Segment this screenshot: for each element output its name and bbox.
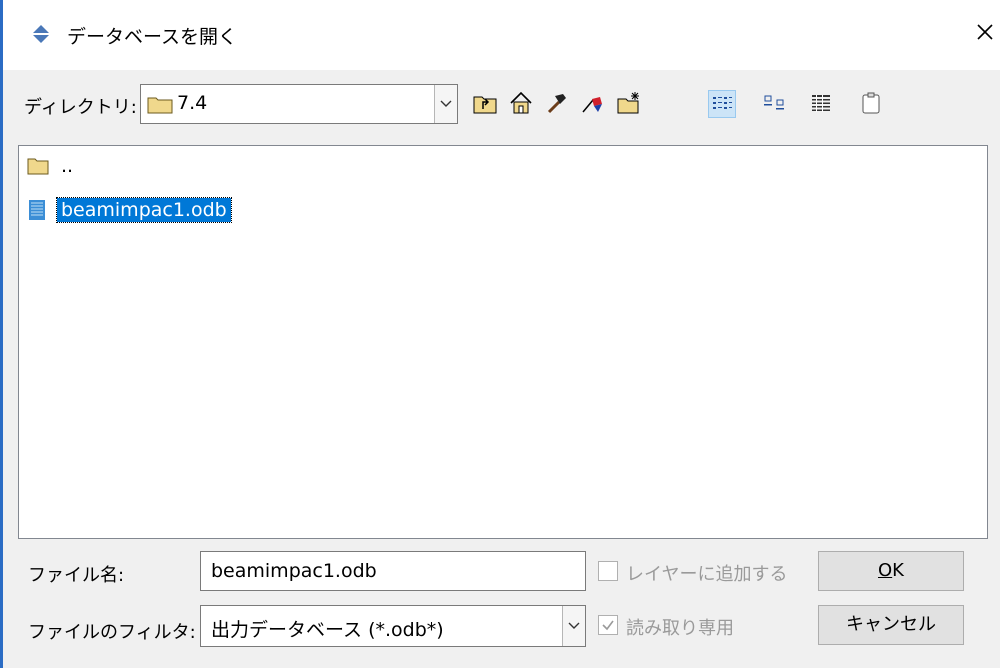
- directory-label: ディレクトリ:: [24, 97, 137, 118]
- filename-label: ファイル名:: [28, 565, 125, 586]
- directory-combo[interactable]: 7.4: [140, 84, 458, 124]
- clipboard-icon[interactable]: [858, 90, 884, 116]
- filename-value: beamimpac1.odb: [211, 560, 377, 582]
- folder-icon: [147, 97, 173, 114]
- folder-icon: [27, 158, 49, 175]
- filter-dropdown-button[interactable]: [562, 606, 585, 646]
- dialog-title: データベースを開く: [67, 26, 238, 48]
- chevron-down-icon: [568, 622, 580, 629]
- add-layer-checkbox[interactable]: [598, 561, 618, 581]
- file-list[interactable]: .. beamimpac1.odb: [18, 145, 988, 539]
- ok-label: K: [892, 560, 904, 581]
- cancel-button[interactable]: キャンセル: [818, 605, 964, 645]
- document-icon: [29, 200, 45, 220]
- directory-value: 7.4: [177, 92, 208, 114]
- icon-view-icon[interactable]: [762, 90, 788, 116]
- file-name-selected: beamimpac1.odb: [56, 197, 232, 223]
- readonly-label: 読み取り専用: [626, 618, 734, 639]
- ok-button[interactable]: OK: [818, 551, 964, 591]
- details-view-icon[interactable]: [808, 90, 834, 116]
- title-bar: データベースを開く: [3, 0, 1000, 70]
- window-edge: [0, 0, 3, 668]
- readonly-checkbox[interactable]: [598, 615, 618, 635]
- open-database-dialog: データベースを開く ディレクトリ: 7.4 .. beamimpac1.odb …: [0, 0, 1000, 668]
- chevron-down-icon: [440, 100, 452, 107]
- list-view-icon[interactable]: [708, 90, 736, 118]
- app-icon: [33, 25, 49, 43]
- add-layer-label: レイヤーに追加する: [626, 564, 788, 585]
- close-icon[interactable]: [969, 16, 1000, 48]
- bookmark-icon[interactable]: [580, 90, 606, 116]
- home-icon[interactable]: [508, 90, 534, 116]
- hammer-icon[interactable]: [544, 90, 570, 116]
- filename-field[interactable]: beamimpac1.odb: [200, 551, 586, 591]
- filter-value: 出力データベース (*.odb*): [211, 619, 444, 641]
- ok-mnemonic: O: [878, 560, 893, 581]
- new-folder-icon[interactable]: [616, 90, 642, 116]
- check-icon: [602, 620, 614, 631]
- file-name: ..: [61, 155, 74, 177]
- directory-dropdown-button[interactable]: [434, 85, 457, 123]
- filter-combo[interactable]: 出力データベース (*.odb*): [200, 605, 586, 647]
- filter-label: ファイルのフィルタ:: [28, 622, 196, 643]
- up-folder-icon[interactable]: [472, 90, 498, 116]
